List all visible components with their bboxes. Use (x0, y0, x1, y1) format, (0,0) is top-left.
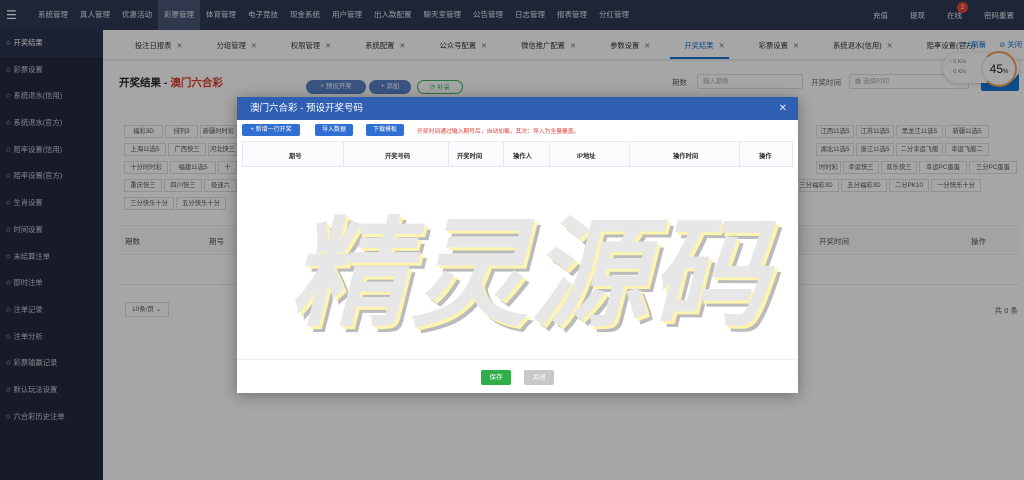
watermark-text: 精灵源码 (290, 205, 771, 343)
column-header: 开奖时间 (457, 153, 483, 160)
dialog-footer: 保存 关闭 (237, 359, 798, 393)
import-data-button[interactable]: 导入数据 (315, 124, 353, 136)
dialog-tip: 开奖时间通过输入期号后，自动加载，其次：导入为全量覆盖。 (417, 129, 580, 135)
column-divider (448, 142, 449, 166)
column-header: 操作人 (513, 153, 532, 160)
save-button[interactable]: 保存 (481, 370, 511, 385)
add-row-button[interactable]: + 新增一行开奖 (242, 124, 300, 136)
column-divider (739, 142, 740, 166)
column-header: 开奖号码 (385, 153, 411, 160)
column-header: 操作 (759, 153, 772, 160)
column-divider (629, 142, 630, 166)
close-icon[interactable]: ✕ (779, 97, 787, 120)
close-button[interactable]: 关闭 (524, 370, 554, 385)
preset-table-header: 期号 开奖号码 开奖时间 操作人 IP地址 操作时间 操作 (242, 141, 793, 167)
dialog-title: 澳门六合彩 - 预设开奖号码 (250, 103, 363, 114)
column-divider (503, 142, 504, 166)
column-header: IP地址 (577, 153, 596, 160)
dialog-header: 澳门六合彩 - 预设开奖号码 ✕ (237, 97, 798, 120)
column-divider (343, 142, 344, 166)
column-header: 期号 (289, 153, 302, 160)
column-header: 操作时间 (673, 153, 699, 160)
dialog-toolbar: + 新增一行开奖 导入数据 下载模板 开奖时间通过输入期号后，自动加载，其次：导… (237, 122, 798, 138)
column-divider (549, 142, 550, 166)
download-template-button[interactable]: 下载模板 (366, 124, 404, 136)
